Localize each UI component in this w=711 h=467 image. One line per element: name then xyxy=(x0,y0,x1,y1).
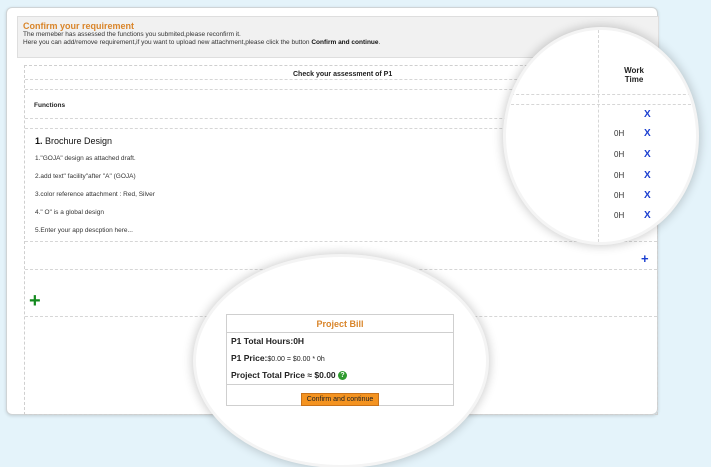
function-item-5: 5.Enter your app descption here... xyxy=(35,227,133,234)
price-value: $0.00 xyxy=(267,356,285,363)
module-number: 1. xyxy=(35,136,43,146)
total-price-row: Project Total Price ≈ $0.00 ? xyxy=(227,367,453,384)
add-item-button[interactable]: + xyxy=(641,252,649,265)
project-bill-title: Project Bill xyxy=(227,315,453,333)
remove-item-icon[interactable]: X xyxy=(644,170,651,181)
function-item-1: 1."GOJA" design as attached draft. xyxy=(35,155,136,162)
work-time-header: Work Time xyxy=(616,66,652,84)
function-item-2: 2.add text" facility"after "A" (GOJA) xyxy=(35,173,136,180)
project-bill-magnifier: Project Bill P1 Total Hours:0H P1 Price:… xyxy=(196,257,486,465)
help-icon[interactable]: ? xyxy=(338,371,348,380)
functions-header: Functions xyxy=(34,102,66,109)
page-title: Confirm your requirement xyxy=(23,21,135,31)
work-time-value: 0H xyxy=(614,211,625,220)
total-hours-row: P1 Total Hours:0H xyxy=(227,333,453,350)
project-bill: Project Bill P1 Total Hours:0H P1 Price:… xyxy=(226,314,454,406)
work-time-line-1: Work xyxy=(624,66,644,75)
remove-module-icon[interactable]: X xyxy=(644,109,651,120)
column-divider xyxy=(598,30,599,242)
module-name: Brochure Design xyxy=(45,136,113,146)
work-time-value: 0H xyxy=(614,171,625,180)
total-hours-label: P1 Total Hours: xyxy=(231,336,294,346)
remove-item-icon[interactable]: X xyxy=(644,128,651,139)
work-time-line-2: Time xyxy=(624,75,644,84)
divider xyxy=(25,241,657,242)
work-time-value: 0H xyxy=(614,129,625,138)
total-price-label: Project Total Price ≈ $0.00 xyxy=(231,370,336,380)
divider xyxy=(506,104,696,105)
function-item-4: 4." O" is a global design xyxy=(35,209,104,216)
remove-item-icon[interactable]: X xyxy=(644,210,651,221)
header-description: The memeber has assessed the functions y… xyxy=(23,31,241,38)
price-row: P1 Price:$0.00 = $0.00 * 0h xyxy=(227,350,453,367)
function-item-3: 3.color reference attachment : Red, Silv… xyxy=(35,191,155,198)
check-assessment-title: Check your assessment of P1 xyxy=(293,71,393,78)
work-time-value: 0H xyxy=(614,150,625,159)
instructions-button-name: Confirm and continue xyxy=(311,39,379,46)
add-module-button[interactable]: + xyxy=(29,291,41,311)
instructions-text: Here you can add/remove requirement,if y… xyxy=(23,39,312,46)
bill-actions: Confirm and continue xyxy=(227,384,453,406)
total-hours-value: 0H xyxy=(293,336,305,346)
divider xyxy=(506,94,696,95)
instructions-end: . xyxy=(378,39,381,46)
remove-item-icon[interactable]: X xyxy=(644,149,651,160)
price-formula: = $0.00 * 0h xyxy=(284,356,325,363)
work-time-magnifier: Work Time X 0H X 0H X 0H X 0H X 0H X xyxy=(506,30,696,242)
price-label: P1 Price: xyxy=(231,353,268,363)
confirm-and-continue-button[interactable]: Confirm and continue xyxy=(300,393,380,406)
work-time-value: 0H xyxy=(614,191,625,200)
remove-item-icon[interactable]: X xyxy=(644,190,651,201)
module-title: 1. Brochure Design xyxy=(35,136,112,146)
